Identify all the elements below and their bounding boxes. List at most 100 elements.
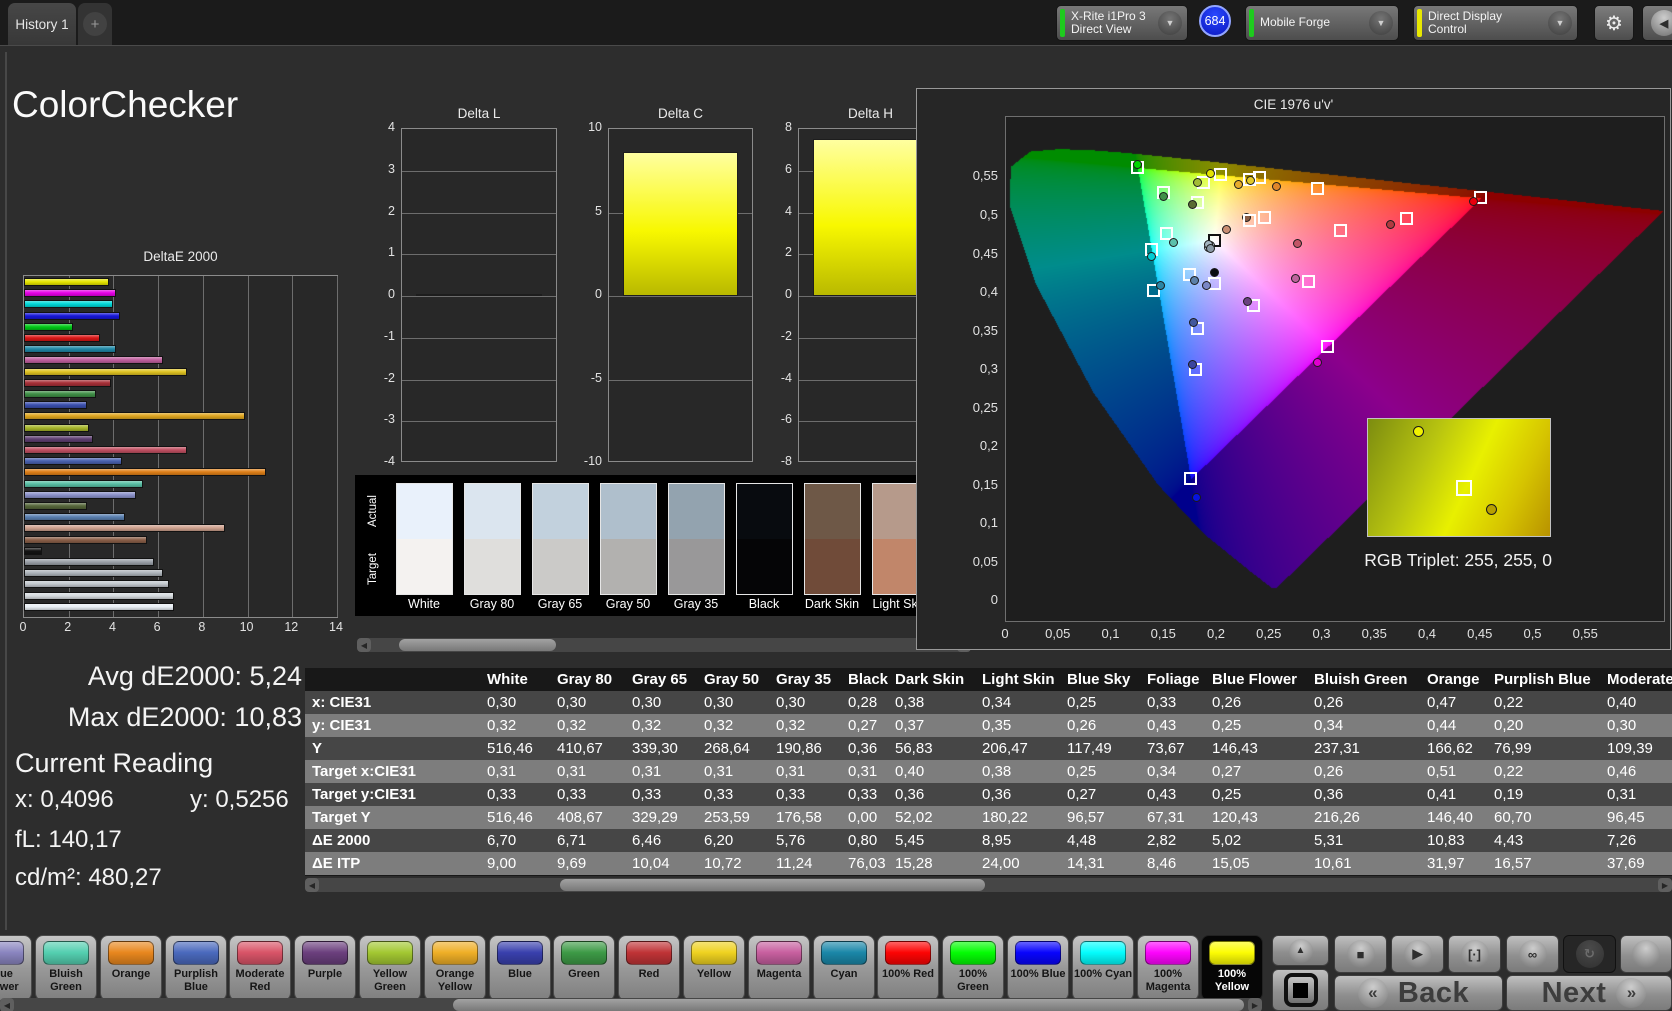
- settings-button[interactable]: ⚙: [1594, 5, 1634, 41]
- scroll-left-icon[interactable]: ◀: [305, 878, 319, 892]
- y-tick-label: -3: [383, 412, 395, 427]
- rgb-triplet-readout: RGB Triplet: 255, 255, 0: [1364, 550, 1552, 570]
- y-tick-label: 4: [785, 203, 792, 218]
- y-tick-label: 4: [388, 120, 395, 134]
- table-cell: 15,28: [888, 852, 975, 875]
- play-button[interactable]: ▶: [1391, 935, 1444, 973]
- patch-button-blue-flower[interactable]: Blue Flower: [0, 935, 32, 1001]
- table-cell: 96,45: [1600, 806, 1672, 829]
- y-tick-label: 0: [388, 287, 395, 301]
- column-header: Gray 35: [769, 668, 841, 691]
- pattern-source-dropdown[interactable]: Mobile Forge ▼: [1245, 5, 1399, 41]
- x-tick-label: 4: [108, 620, 116, 634]
- top-bar: History 1 + X-Rite i1Pro 3 Direct View ▼ …: [0, 0, 1672, 46]
- table-cell: 0,27: [1205, 760, 1307, 783]
- patch-color-swatch: [43, 941, 89, 965]
- reading-y-value: y: 0,5256: [190, 786, 289, 813]
- deltae-bar-gray-80: [24, 591, 174, 600]
- patch-button-orange[interactable]: Orange: [100, 935, 162, 1001]
- cie-x-tick-label: 0: [1001, 626, 1009, 641]
- patch-color-swatch: [173, 941, 219, 965]
- y-tick-label: 10: [588, 120, 602, 134]
- patch-button-100-green[interactable]: 100% Green: [942, 935, 1004, 1001]
- cie-target-magenta: [1302, 275, 1315, 288]
- avg-de2000-value: Avg dE2000: 5,24: [87, 661, 302, 691]
- table-scrollbar-thumb[interactable]: [560, 879, 985, 891]
- table-scrollbar[interactable]: ◀ ▶: [305, 878, 1672, 892]
- scroll-right-icon[interactable]: ▶: [1248, 998, 1262, 1011]
- table-row: Y 516,46 410,67 339,30 268,64 190,86 0,36 56,83…: [305, 737, 1672, 760]
- blank-icon: [1632, 940, 1660, 968]
- patch-button-label: 100% Green: [957, 968, 989, 993]
- grid-line: [402, 254, 556, 256]
- marker-button[interactable]: [·]: [1448, 935, 1501, 973]
- patch-button-blue[interactable]: Blue: [489, 935, 551, 1001]
- patch-button-yellow-green[interactable]: Yellow Green: [359, 935, 421, 1001]
- table-cell: 0,32: [625, 714, 697, 737]
- patch-button-100-red[interactable]: 100% Red: [877, 935, 939, 1001]
- patch-button-label: Green: [568, 968, 600, 980]
- inset-target-square: [1455, 480, 1472, 497]
- swatch-scrollbar-thumb[interactable]: [399, 639, 556, 651]
- patch-button-purplish-blue[interactable]: Purplish Blue: [165, 935, 227, 1001]
- scroll-left-icon[interactable]: ◀: [0, 998, 14, 1011]
- y-tick-label: 2: [388, 203, 395, 218]
- swatch-scrollbar[interactable]: ◀ ▶: [357, 638, 971, 652]
- patch-button-label: Blue Flower: [0, 968, 19, 993]
- patch-button-100-magenta[interactable]: 100% Magenta: [1137, 935, 1199, 1001]
- grid-line: [609, 296, 752, 297]
- actual-row-label: Actual: [367, 495, 379, 527]
- tab-history-1[interactable]: History 1: [8, 3, 76, 45]
- patch-button-purple[interactable]: Purple: [294, 935, 356, 1001]
- deltae-bar-red: [24, 378, 112, 387]
- table-cell: 9,69: [550, 852, 625, 875]
- patch-button-green[interactable]: Green: [553, 935, 615, 1001]
- deltae-bar-magenta: [24, 356, 163, 365]
- refresh-button[interactable]: ↻: [1563, 935, 1616, 973]
- meter-status-stripe: [1060, 9, 1065, 37]
- cie-measured-cyan: [1156, 281, 1165, 290]
- deltae-bar-purple: [24, 434, 94, 443]
- table-cell: 2,82: [1140, 829, 1205, 852]
- next-button[interactable]: Next »: [1506, 975, 1672, 1011]
- new-tab-button[interactable]: +: [78, 3, 112, 45]
- reading-x-value: x: 0,4096: [15, 786, 114, 813]
- patch-window-button[interactable]: [1272, 969, 1329, 1011]
- scroll-up-button[interactable]: ▲: [1272, 935, 1329, 966]
- table-cell: 8,95: [975, 829, 1060, 852]
- column-header: Blue Flower: [1205, 668, 1307, 691]
- stop-button[interactable]: ■: [1334, 935, 1387, 973]
- patch-button-magenta[interactable]: Magenta: [748, 935, 810, 1001]
- table-cell: 0,32: [769, 714, 841, 737]
- patch-button-100-yellow[interactable]: 100% Yellow: [1201, 935, 1263, 1001]
- patch-button-100-cyan[interactable]: 100% Cyan: [1072, 935, 1134, 1001]
- patch-color-swatch: [561, 941, 607, 965]
- patch-button-bluish-green[interactable]: Bluish Green: [35, 935, 97, 1001]
- stop-icon: ■: [1346, 940, 1375, 968]
- patch-button-100-blue[interactable]: 100% Blue: [1007, 935, 1069, 1001]
- patch-button-moderate-red[interactable]: Moderate Red: [229, 935, 291, 1001]
- patch-scrollbar[interactable]: ◀ ▶: [0, 998, 1262, 1011]
- collapse-panel-button[interactable]: ◀: [1642, 5, 1672, 41]
- patch-button-label: Red: [638, 968, 660, 980]
- workflow-dropdown[interactable]: Direct Display Control ▼: [1413, 5, 1578, 41]
- back-button[interactable]: « Back: [1334, 975, 1503, 1011]
- blank-button[interactable]: [1620, 935, 1672, 973]
- scroll-right-icon[interactable]: ▶: [1658, 878, 1672, 892]
- patch-button-cyan[interactable]: Cyan: [813, 935, 875, 1001]
- patch-button-yellow[interactable]: Yellow: [683, 935, 745, 1001]
- scroll-left-icon[interactable]: ◀: [357, 638, 371, 652]
- patch-button-red[interactable]: Red: [618, 935, 680, 1001]
- deltae-bar-100-yellow: [24, 278, 109, 286]
- column-header: Dark Skin: [888, 668, 975, 691]
- patch-button-orange-yellow[interactable]: Orange Yellow: [424, 935, 486, 1001]
- cie-measured-100-red: [1469, 197, 1478, 206]
- infinity-button[interactable]: ∞: [1506, 935, 1559, 973]
- cie-y-tick-label: 0,1: [979, 515, 998, 530]
- table-cell: 190,86: [769, 737, 841, 760]
- deltae-bar-yellow: [24, 367, 188, 376]
- patch-color-swatch: [0, 941, 24, 965]
- patch-scrollbar-thumb[interactable]: [453, 999, 1244, 1011]
- meter-dropdown[interactable]: X-Rite i1Pro 3 Direct View ▼: [1056, 5, 1188, 41]
- patch-button-label: Magenta: [756, 968, 802, 980]
